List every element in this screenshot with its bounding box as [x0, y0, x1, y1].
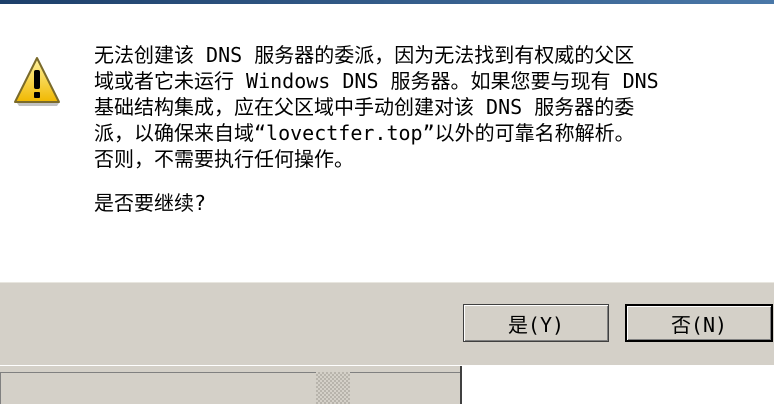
dialog-button-bar: 是(Y) 否(N)	[0, 282, 774, 366]
yes-button[interactable]: 是(Y)	[463, 304, 609, 342]
dialog-body: 无法创建该 DNS 服务器的委派，因为无法找到有权威的父区 域或者它未运行 Wi…	[0, 4, 774, 282]
background-pane-right	[460, 366, 774, 404]
dialog-message: 无法创建该 DNS 服务器的委派，因为无法找到有权威的父区 域或者它未运行 Wi…	[94, 43, 659, 171]
background-pane-left	[0, 372, 316, 404]
background-window-strip	[0, 365, 774, 404]
warning-icon	[14, 57, 60, 106]
pane-splitter[interactable]	[316, 372, 350, 404]
screen: 无法创建该 DNS 服务器的委派，因为无法找到有权威的父区 域或者它未运行 Wi…	[0, 0, 774, 404]
background-pane-middle	[350, 372, 460, 404]
dialog-question: 是否要继续?	[94, 191, 207, 215]
no-button[interactable]: 否(N)	[625, 304, 773, 342]
